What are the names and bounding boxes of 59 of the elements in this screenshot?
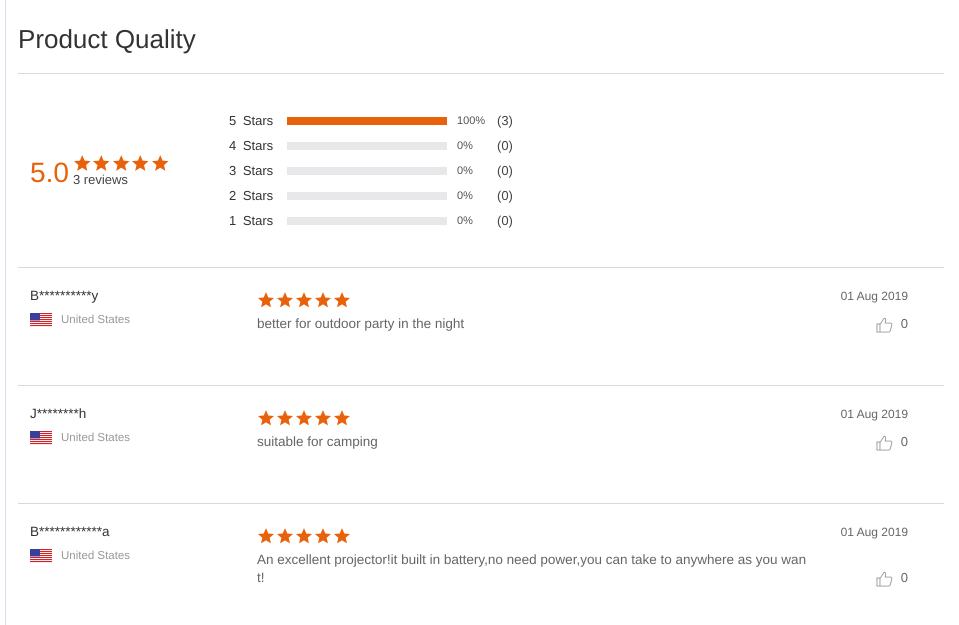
percent-label: 100% (457, 114, 486, 126)
like-button[interactable]: 0 (876, 433, 908, 451)
percent-label: 0% (457, 190, 474, 202)
review-date: 01 Aug 2019 (840, 524, 908, 540)
star-icon (295, 291, 313, 309)
star-icon (257, 409, 275, 427)
star-icon (92, 154, 111, 172)
like-button[interactable]: 0 (876, 569, 908, 587)
flag-icon (30, 313, 52, 327)
star-icon (276, 527, 294, 545)
star-level-label: 1 Stars (229, 213, 274, 228)
percent-label: 0% (457, 214, 474, 226)
star-icon (295, 409, 313, 427)
star-icon (131, 154, 150, 172)
star-icon (150, 154, 170, 172)
thumbs-up-icon (876, 570, 893, 586)
star-level-label: 4 Stars (229, 138, 274, 153)
star-icon (314, 409, 332, 427)
count-label: (0) (497, 163, 513, 178)
reviewer-country: United States (61, 314, 130, 326)
review-date: 01 Aug 2019 (840, 288, 908, 304)
review-text: suitable for camping (257, 433, 379, 451)
review-text: An excellent projector!it built in battery,no need power,you can take to anywhere as you want! (257, 551, 808, 587)
count-label: (0) (497, 188, 513, 203)
reviewer-name: J********h (30, 406, 88, 422)
percent-label: 0% (457, 140, 474, 152)
star-level-label: 5 Stars (229, 113, 274, 128)
star-icon (112, 154, 130, 172)
star-icon (333, 527, 351, 545)
reviewer-name: B************a (30, 524, 111, 540)
review-text: better for outdoor party in the night (257, 315, 466, 333)
reviewer-country: United States (61, 550, 130, 562)
star-icon (257, 527, 275, 545)
star-icon (276, 409, 294, 427)
average-score: 5.0 (30, 156, 69, 188)
star-level-label: 3 Stars (229, 163, 274, 178)
flag-icon (30, 431, 52, 445)
star-icon (333, 291, 351, 309)
percent-label: 0% (457, 164, 474, 176)
section-title: Product Quality (18, 23, 197, 56)
star-icon (295, 527, 313, 545)
star-icon (333, 409, 351, 427)
review-count: 3 reviews (72, 172, 129, 188)
star-icon (314, 527, 332, 545)
review-date: 01 Aug 2019 (840, 406, 908, 422)
thumbs-up-icon (876, 434, 893, 450)
like-button[interactable]: 0 (876, 315, 908, 333)
count-label: (3) (497, 113, 513, 128)
count-label: (0) (497, 138, 513, 153)
star-icon (276, 291, 294, 309)
star-icon (72, 154, 92, 172)
thumbs-up-icon (876, 316, 893, 332)
reviewer-country: United States (61, 432, 130, 444)
star-level-label: 2 Stars (229, 188, 274, 203)
count-label: (0) (497, 213, 513, 228)
star-icon (314, 291, 332, 309)
reviewer-name: B**********y (30, 288, 100, 304)
star-icon (257, 291, 275, 309)
flag-icon (30, 549, 52, 563)
